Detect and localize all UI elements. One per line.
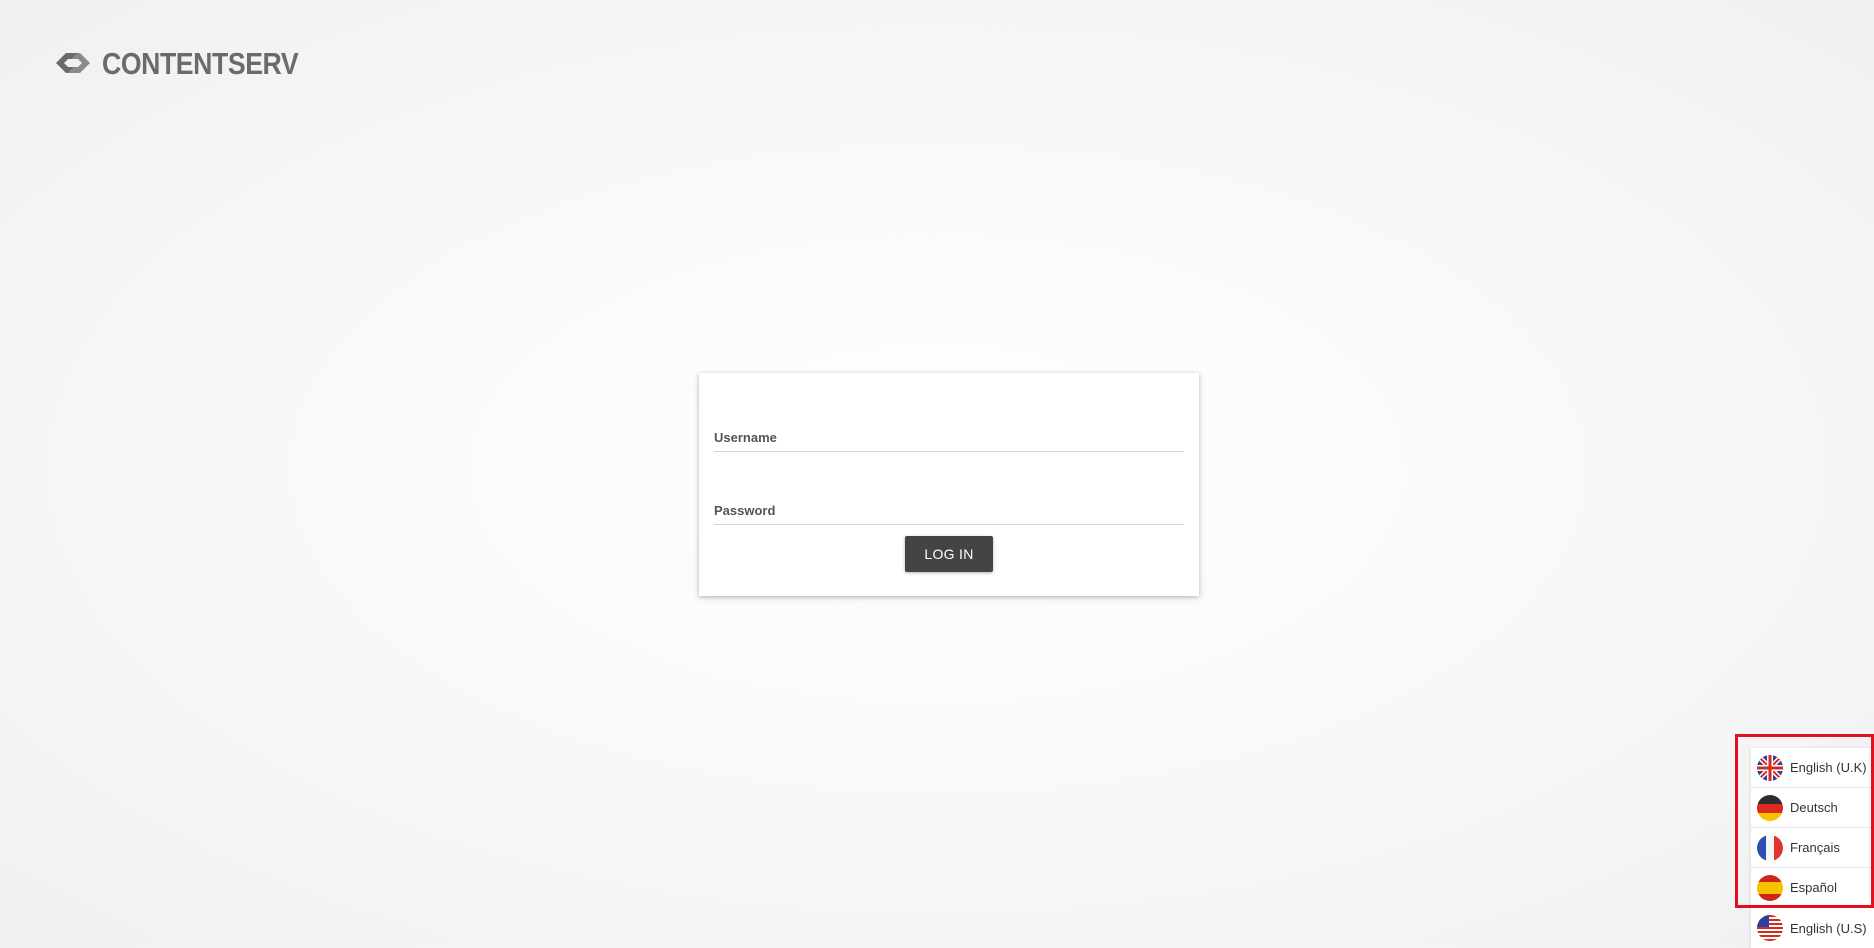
language-item-espanol[interactable]: Español xyxy=(1751,868,1874,908)
username-input[interactable] xyxy=(714,415,1184,451)
login-button[interactable]: LOG IN xyxy=(905,536,993,572)
language-label: English (U.S) xyxy=(1790,920,1867,936)
us-flag-icon xyxy=(1757,915,1783,941)
language-label: Deutsch xyxy=(1790,800,1838,815)
password-field[interactable]: Password xyxy=(714,488,1184,525)
uk-flag-icon xyxy=(1757,754,1783,781)
username-field[interactable]: Username xyxy=(714,415,1184,452)
language-label: English (U.K) xyxy=(1790,760,1867,775)
spain-flag-icon xyxy=(1757,874,1783,901)
language-item-english-us[interactable]: English (U.S) xyxy=(1751,908,1874,948)
language-label: Español xyxy=(1790,880,1837,895)
france-flag-icon xyxy=(1757,834,1783,861)
contentserv-logo: CONTENTSERV xyxy=(52,47,330,79)
login-card: Username Password LOG IN xyxy=(699,373,1199,596)
language-item-english-uk[interactable]: English (U.K) xyxy=(1751,748,1874,788)
language-item-deutsch[interactable]: Deutsch xyxy=(1751,788,1874,828)
contentserv-logo-icon xyxy=(56,53,90,73)
logo-text: CONTENTSERV xyxy=(102,45,299,81)
language-list: English (U.K) Deutsch Français Español E… xyxy=(1751,748,1874,948)
language-label: Français xyxy=(1790,840,1840,855)
language-item-francais[interactable]: Français xyxy=(1751,828,1874,868)
germany-flag-icon xyxy=(1757,794,1783,821)
password-input[interactable] xyxy=(714,488,1184,524)
